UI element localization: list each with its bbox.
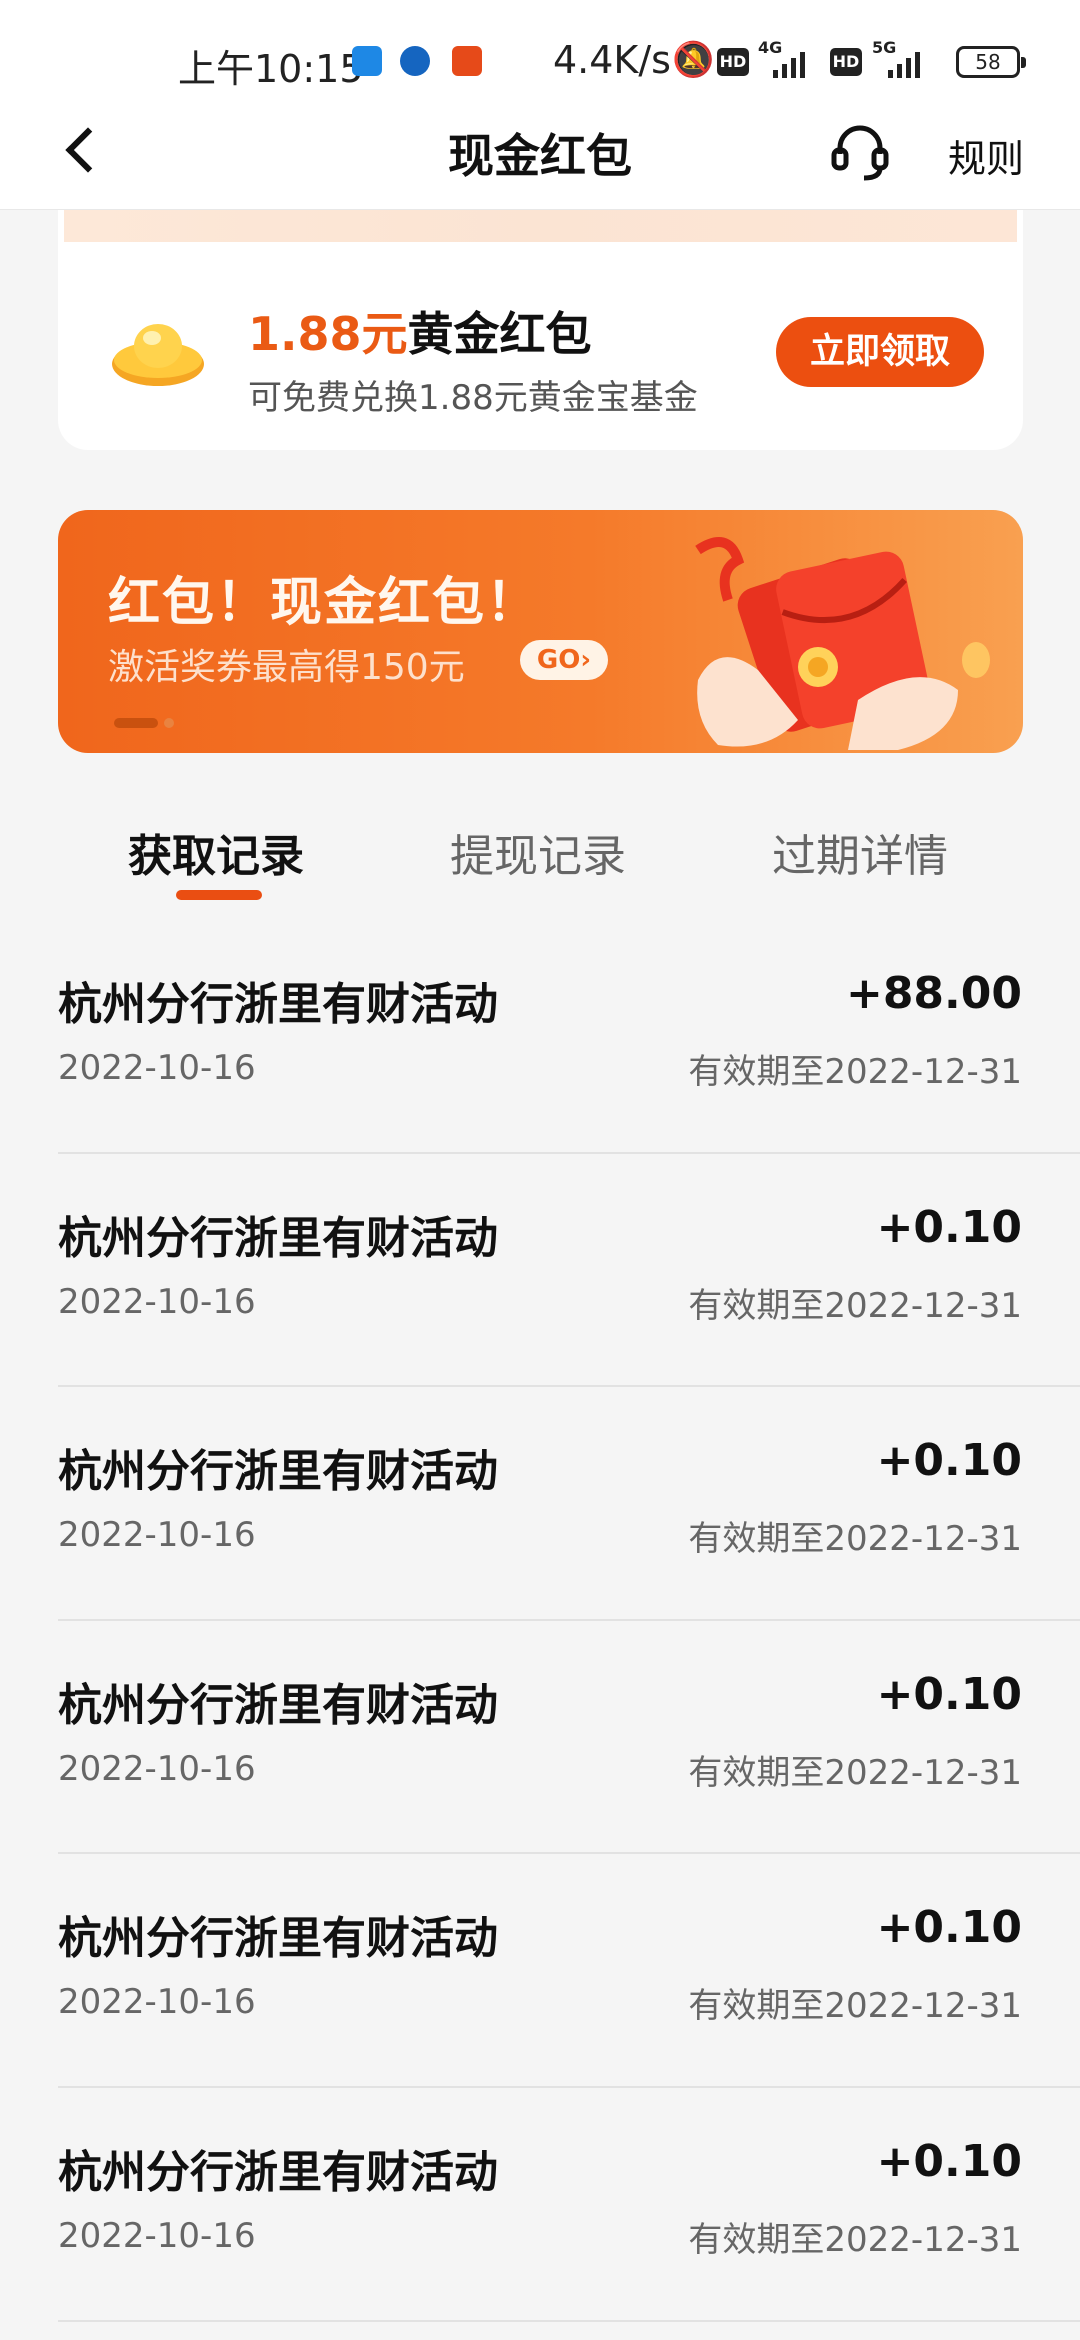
record-title: 杭州分行浙里有财活动 (58, 979, 498, 1030)
nav-bar: 现金红包 规则 (0, 90, 1080, 210)
record-expiry: 有效期至2022-12-31 (688, 1285, 1022, 1326)
card-top-strip (64, 210, 1017, 242)
list-item[interactable]: 杭州分行浙里有财活动 2022-10-16 +0.10 有效期至2022-12-… (0, 1387, 1080, 1621)
list-item[interactable]: 杭州分行浙里有财活动 2022-10-16 +0.10 有效期至2022-12-… (0, 1154, 1080, 1388)
record-title: 杭州分行浙里有财活动 (58, 1913, 498, 1965)
red-envelope-illustration (695, 537, 990, 750)
promo-banner[interactable]: 红包！现金红包！ 激活奖券最高得150元 GO› (58, 510, 1023, 753)
record-date: 2022-10-16 (58, 2215, 256, 2256)
customer-service-icon[interactable] (828, 120, 892, 184)
rules-link[interactable]: 规则 (948, 128, 1024, 183)
record-date: 2022-10-16 (58, 1281, 256, 1322)
status-time: 上午10:15 (178, 47, 364, 91)
record-amount: +0.10 (876, 1902, 1022, 1954)
app-notification-icon (352, 46, 382, 76)
back-icon[interactable] (60, 118, 108, 182)
signal-icon (888, 50, 920, 78)
record-expiry: 有效期至2022-12-31 (688, 1052, 1022, 1092)
record-date: 2022-10-16 (58, 1048, 256, 1088)
signal-icon (773, 50, 805, 78)
hd-badge: HD (717, 48, 749, 76)
record-amount: +0.10 (876, 1668, 1022, 1720)
record-title: 杭州分行浙里有财活动 (58, 2146, 498, 2198)
gold-packet-amount: 1.88元 (248, 307, 408, 361)
banner-go-button[interactable]: GO› (520, 640, 608, 680)
record-expiry: 有效期至2022-12-31 (688, 1986, 1022, 2027)
mute-bell-icon: 🔕 (672, 40, 715, 80)
tab-expired-details[interactable]: 过期详情 (772, 820, 948, 884)
page-title: 现金红包 (448, 129, 632, 183)
list-item[interactable]: 杭州分行浙里有财活动 2022-10-16 +0.10 有效期至2022-12-… (0, 2088, 1080, 2322)
record-expiry: 有效期至2022-12-31 (688, 1752, 1022, 1793)
banner-title: 红包！现金红包！ (108, 573, 541, 633)
list-item[interactable]: 杭州分行浙里有财活动 2022-10-16 +0.10 有效期至2022-12-… (0, 1621, 1080, 1855)
record-expiry: 有效期至2022-12-31 (688, 2219, 1022, 2260)
gold-packet-subtitle: 可免费兑换1.88元黄金宝基金 (248, 378, 698, 418)
divider (58, 2319, 1080, 2322)
record-title: 杭州分行浙里有财活动 (58, 1679, 498, 1731)
record-amount: +0.10 (876, 2135, 1022, 2187)
app-notification-icon (400, 46, 430, 76)
record-tabs: 获取记录 提现记录 过期详情 (58, 790, 1023, 910)
tab-withdraw-records[interactable]: 提现记录 (450, 820, 626, 884)
network-speed: 4.4K/s (553, 38, 671, 82)
gold-packet-title: 1.88元黄金红包 (248, 298, 592, 364)
gold-ingot-icon (112, 324, 204, 386)
record-title: 杭州分行浙里有财活动 (58, 1212, 498, 1264)
record-amount: +0.10 (876, 1201, 1022, 1253)
claim-now-button[interactable]: 立即领取 (776, 317, 984, 387)
gold-packet-card: 1.88元黄金红包 可免费兑换1.88元黄金宝基金 立即领取 (58, 210, 1023, 450)
gold-packet-label: 黄金红包 (407, 307, 592, 361)
record-list: 杭州分行浙里有财活动 2022-10-16 +88.00 有效期至2022-12… (0, 920, 1080, 2322)
active-tab-indicator (176, 890, 262, 900)
record-title: 杭州分行浙里有财活动 (58, 1446, 498, 1498)
record-expiry: 有效期至2022-12-31 (688, 1519, 1022, 1560)
app-notification-icon (452, 46, 482, 76)
pagination-dot (164, 718, 174, 728)
hd-badge: HD (830, 48, 862, 76)
banner-subtitle: 激活奖券最高得150元 (108, 647, 465, 688)
record-date: 2022-10-16 (58, 1748, 256, 1789)
battery-icon: 58 (956, 46, 1026, 78)
record-amount: +0.10 (876, 1435, 1022, 1487)
list-item[interactable]: 杭州分行浙里有财活动 2022-10-16 +88.00 有效期至2022-12… (0, 920, 1080, 1154)
list-item[interactable]: 杭州分行浙里有财活动 2022-10-16 +0.10 有效期至2022-12-… (0, 1854, 1080, 2088)
record-date: 2022-10-16 (58, 1982, 256, 2023)
record-date: 2022-10-16 (58, 1515, 256, 1556)
banner-pagination (114, 718, 174, 728)
record-amount: +88.00 (845, 968, 1022, 1019)
tab-earn-records[interactable]: 获取记录 (128, 820, 304, 884)
pagination-dot-active (114, 718, 158, 728)
